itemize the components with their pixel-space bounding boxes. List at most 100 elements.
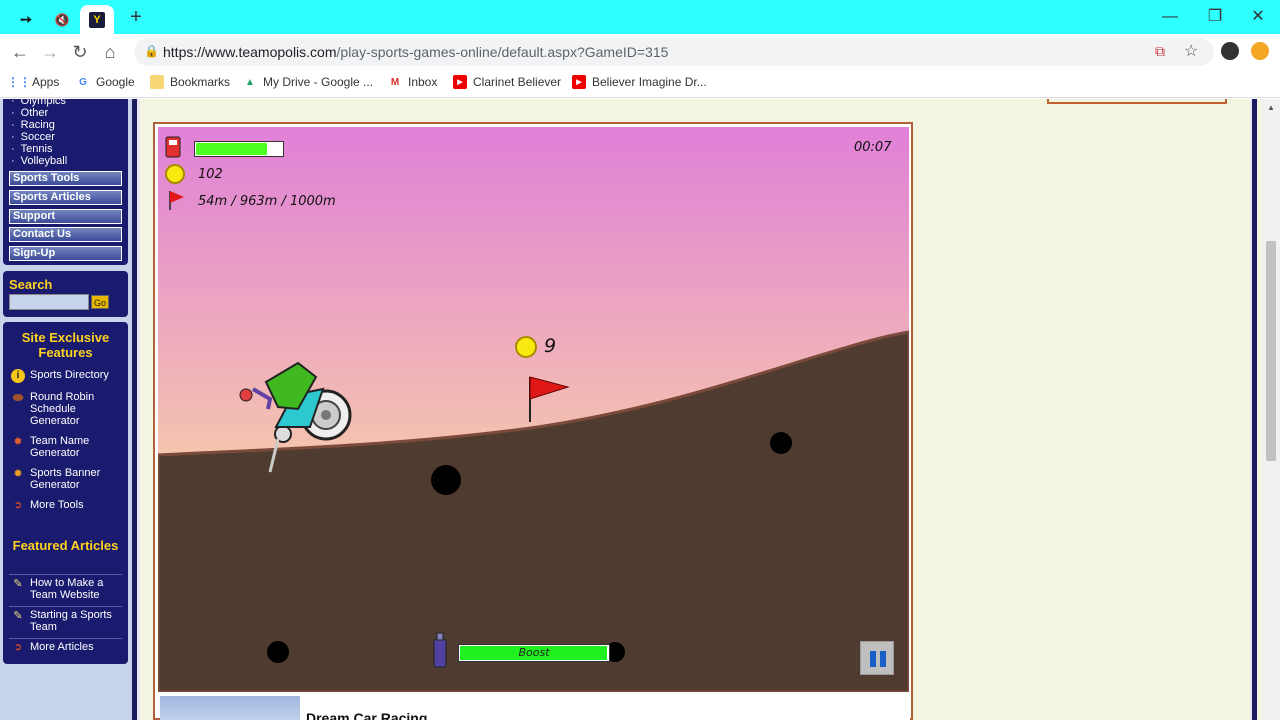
page-scrollbar[interactable]: ▲ [1262, 99, 1280, 720]
profile-avatar-icon[interactable] [1221, 42, 1239, 60]
browser-toolbar: ← → ↻ ⌂ 🔒 https://www.teamopolis.com/pla… [0, 34, 1280, 70]
bookmark-believer[interactable]: ▶ Believer Imagine Dr... [572, 75, 707, 89]
youtube-icon: ▶ [572, 75, 586, 89]
web-page: Olympics Other Racing Soccer Tennis Voll… [0, 99, 1280, 720]
reload-button[interactable]: ↻ [68, 40, 92, 64]
coin-icon [515, 336, 537, 358]
features-panel: Site Exclusive Features i Sports Directo… [3, 322, 128, 664]
coin-counter: 102 [198, 167, 223, 182]
bookmark-label: My Drive - Google ... [263, 75, 374, 89]
related-game-row[interactable]: Dream Car Racing [160, 696, 910, 720]
bookmark-label: Bookmarks [170, 75, 231, 89]
bookmark-apps[interactable]: ⋮⋮ Apps [7, 75, 60, 89]
youtube-icon: ▶ [453, 75, 467, 89]
new-tab-button[interactable]: + [126, 7, 146, 28]
menu-sports-articles[interactable]: Sports Articles [9, 190, 122, 205]
bookmark-google[interactable]: G Google [76, 75, 135, 89]
browser-window: ➙ 🔇 Y + — ❐ ✕ ← → ↻ ⌂ 🔒 https://www.team… [0, 0, 1280, 720]
gmail-icon: M [390, 76, 400, 88]
sports-menu-panel: Olympics Other Racing Soccer Tennis Voll… [3, 99, 128, 265]
bookmarks-bar: ⋮⋮ Apps G Google Bookmarks ▲ My Drive - … [0, 70, 1280, 98]
sport-link-racing[interactable]: Racing [11, 119, 55, 131]
boost-meter: Boost [458, 644, 610, 662]
menu-contact-us[interactable]: Contact Us [9, 227, 122, 242]
teamopolis-icon: ➙ [20, 11, 32, 27]
divider [9, 638, 122, 639]
lock-icon: 🔒 [144, 44, 159, 58]
article-label: More Articles [30, 641, 94, 653]
page-border-left [132, 99, 140, 720]
feature-label: Sports Banner Generator [30, 467, 101, 491]
coin-icon [165, 164, 185, 184]
tab-1[interactable]: ➙ [8, 5, 44, 34]
sport-link-tennis[interactable]: Tennis [11, 143, 53, 155]
game-frame: 102 54m / 963m / 1000m 00:07 9 Boost Dre… [153, 122, 913, 720]
sport-link-volleyball[interactable]: Volleyball [11, 155, 67, 167]
search-go-button[interactable]: Go [91, 295, 109, 309]
url-path: /play-sports-games-online/default.aspx?G… [336, 44, 669, 60]
forward-button[interactable]: → [38, 40, 62, 64]
bookmark-drive[interactable]: ▲ My Drive - Google ... [243, 75, 373, 89]
sport-link-other[interactable]: Other [11, 107, 49, 119]
gear-icon: ✹ [13, 436, 23, 448]
url-domain: https://www.teamopolis.com [163, 44, 337, 60]
teamopolis-y-icon: Y [89, 11, 105, 28]
search-panel: Search Go [3, 271, 128, 317]
bookmark-star-icon[interactable]: ☆ [1184, 41, 1198, 61]
apps-grid-icon: ⋮⋮ [7, 75, 31, 89]
game-scene [158, 127, 909, 692]
search-title: Search [9, 277, 53, 292]
search-input[interactable] [9, 294, 89, 310]
timer: 00:07 [854, 140, 892, 155]
close-window-button[interactable]: ✕ [1245, 6, 1271, 28]
game-canvas[interactable]: 102 54m / 963m / 1000m 00:07 9 Boost [158, 127, 909, 692]
divider [9, 574, 122, 575]
scrollbar-thumb[interactable] [1266, 241, 1276, 461]
bookmark-inbox[interactable]: M Inbox [388, 75, 438, 89]
rock [431, 465, 461, 495]
note-icon: ✎ [13, 578, 23, 590]
menu-support[interactable]: Support [9, 209, 122, 224]
related-game-title[interactable]: Dream Car Racing [306, 710, 427, 720]
url-text[interactable]: https://www.teamopolis.com/play-sports-g… [163, 44, 668, 60]
note-icon: ✎ [13, 610, 23, 622]
drive-icon: ▲ [245, 76, 255, 88]
boost-label: Boost [518, 646, 550, 659]
rock [770, 432, 792, 454]
sport-link-soccer[interactable]: Soccer [11, 131, 55, 143]
feature-label: Team Name Generator [30, 435, 90, 459]
bookmark-clarinet[interactable]: ▶ Clarinet Believer [453, 75, 561, 89]
scroll-up-arrow-icon[interactable]: ▲ [1267, 103, 1275, 112]
fuel-gauge-fill [196, 143, 267, 155]
divider [9, 606, 122, 607]
arrow-circle-icon: ➲ [13, 500, 23, 511]
pause-button[interactable] [860, 641, 894, 675]
ad-box-bottom-edge [1047, 99, 1227, 104]
articles-title: Featured Articles [12, 538, 119, 553]
bookmark-label: Google [96, 75, 135, 89]
sport-link-olympics[interactable]: Olympics [11, 99, 66, 107]
tab-2[interactable]: 🔇 [44, 5, 80, 34]
extension-icon[interactable] [1251, 42, 1269, 60]
muted-speaker-icon: 🔇 [54, 12, 70, 27]
related-game-thumbnail[interactable] [160, 696, 300, 720]
feature-label: More Tools [30, 499, 84, 511]
rock [267, 641, 289, 663]
blocked-popup-icon[interactable]: ⧉ [1155, 43, 1165, 60]
restore-button[interactable]: ❐ [1202, 6, 1228, 28]
boost-bottle-icon [433, 638, 447, 668]
coin-pickup-value: 9 [544, 335, 557, 357]
tab-3-active[interactable]: Y [80, 5, 114, 34]
bookmark-label: Apps [32, 75, 60, 89]
article-label: Starting a Sports Team [30, 609, 112, 633]
minimize-button[interactable]: — [1157, 6, 1183, 28]
bookmark-label: Clarinet Believer [473, 75, 562, 89]
menu-sign-up[interactable]: Sign-Up [9, 246, 122, 261]
bookmark-folder[interactable]: Bookmarks [150, 75, 230, 89]
address-bar[interactable]: 🔒 https://www.teamopolis.com/play-sports… [134, 38, 1214, 66]
home-icon[interactable]: ⌂ [98, 40, 122, 64]
article-label: How to Make a Team Website [30, 577, 104, 601]
info-icon: i [11, 369, 25, 383]
back-button[interactable]: ← [8, 40, 32, 64]
menu-sports-tools[interactable]: Sports Tools [9, 171, 122, 186]
